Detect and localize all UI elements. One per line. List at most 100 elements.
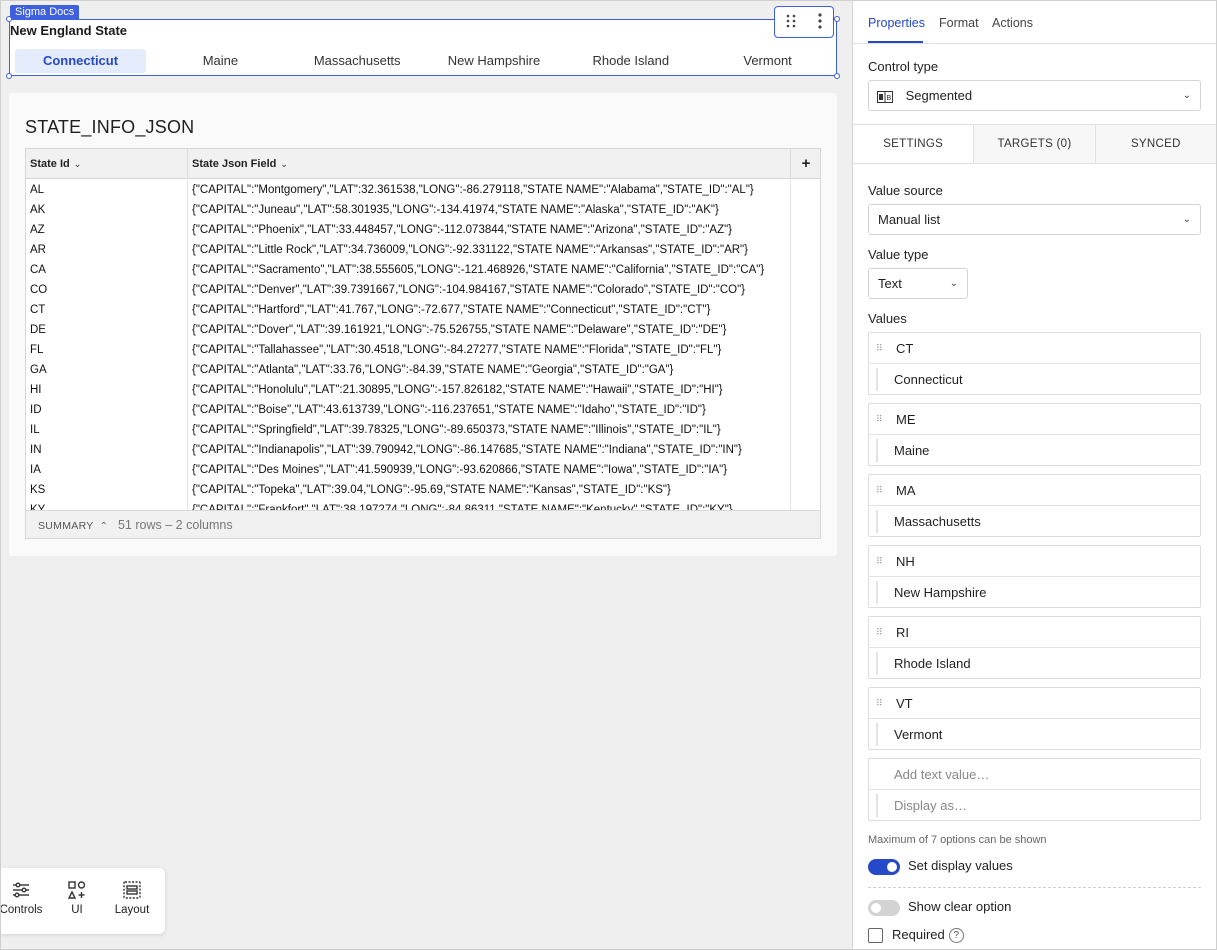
cell-state-json: {"CAPITAL":"Indianapolis","LAT":39.79094… [188, 440, 791, 460]
control-type-select[interactable]: B Segmented ⌄ [868, 80, 1201, 111]
add-layout-button[interactable]: Layout [107, 880, 157, 916]
show-clear-option-label: Show clear option [908, 899, 1012, 914]
summary-toggle-label[interactable]: SUMMARY [38, 520, 94, 532]
drag-handle-icon[interactable]: ⠿ [876, 617, 884, 648]
drag-handle-icon[interactable]: ⠿ [876, 333, 884, 364]
cell-state-id: IA [26, 460, 188, 480]
display-field[interactable]: Vermont [869, 719, 1200, 750]
drag-handle-icon[interactable]: ⠿ [876, 475, 884, 506]
segment-option[interactable]: Connecticut [15, 49, 146, 73]
add-ui-button[interactable]: UI [57, 880, 97, 916]
value-field[interactable]: ⠿ NH [869, 546, 1200, 577]
cell-state-json: {"CAPITAL":"Des Moines","LAT":41.590939,… [188, 460, 791, 480]
help-icon[interactable]: ? [948, 928, 964, 944]
panel-tabs: Properties Format Actions [853, 1, 1216, 44]
active-tab-indicator [868, 41, 923, 43]
value-type-select[interactable]: Text ⌄ [868, 268, 968, 299]
cell-state-id: IL [26, 420, 188, 440]
table-row[interactable]: IA {"CAPITAL":"Des Moines","LAT":41.59093… [26, 460, 820, 480]
drag-handle-icon[interactable]: ⠿ [876, 688, 884, 719]
display-as-input[interactable]: Display as… [869, 790, 1200, 821]
required-checkbox[interactable] [868, 928, 883, 944]
segment-option[interactable]: Maine [152, 49, 289, 73]
display-field[interactable]: Connecticut [869, 364, 1200, 395]
value-field[interactable]: ⠿ VT [869, 688, 1200, 719]
value-text: VT [896, 696, 913, 711]
set-display-values-row: Set display values [868, 858, 1013, 875]
column-header-label: State Id [30, 158, 70, 170]
required-row: Required? [868, 927, 964, 944]
chevron-up-icon[interactable]: ⌃ [100, 521, 108, 532]
table-row[interactable]: IN {"CAPITAL":"Indianapolis","LAT":39.790… [26, 440, 820, 460]
resize-handle-top-right[interactable] [834, 16, 840, 22]
table-row[interactable]: CA {"CAPITAL":"Sacramento","LAT":38.55560… [26, 260, 820, 280]
show-clear-option-toggle[interactable] [868, 899, 900, 916]
more-options-icon[interactable] [817, 12, 823, 32]
cell-state-json: {"CAPITAL":"Juneau","LAT":58.301935,"LON… [188, 200, 791, 220]
add-text-value-input[interactable]: Add text value… [869, 759, 1200, 790]
chevron-down-icon[interactable]: ⌄ [74, 159, 82, 169]
table-element[interactable]: STATE_INFO_JSON State Id ⌄ State Json Fie… [9, 93, 837, 556]
resize-handle-top-left[interactable] [6, 16, 12, 22]
tab-properties[interactable]: Properties [868, 16, 925, 30]
value-field[interactable]: ⠿ ME [869, 404, 1200, 435]
cell-state-json: {"CAPITAL":"Montgomery","LAT":32.361538,… [188, 180, 791, 200]
table-row[interactable]: CT {"CAPITAL":"Hartford","LAT":41.767,"LO… [26, 300, 820, 320]
value-source-select[interactable]: Manual list ⌄ [868, 204, 1201, 235]
chevron-down-icon[interactable]: ⌄ [280, 159, 288, 169]
display-field[interactable]: New Hampshire [869, 577, 1200, 608]
column-header-state-id[interactable]: State Id ⌄ [26, 149, 188, 179]
value-entry: ⠿ MA Massachusetts [868, 474, 1201, 537]
drag-handle-icon[interactable]: ⠿ [876, 546, 884, 577]
table-row[interactable]: AR {"CAPITAL":"Little Rock","LAT":34.7360… [26, 240, 820, 260]
value-text: NH [896, 554, 915, 569]
table-row[interactable]: IL {"CAPITAL":"Springfield","LAT":39.7832… [26, 420, 820, 440]
table-row[interactable]: CO {"CAPITAL":"Denver","LAT":39.7391667,"… [26, 280, 820, 300]
segment-option[interactable]: Vermont [699, 49, 836, 73]
tab-targets[interactable]: TARGETS (0) [973, 125, 1094, 163]
table-row[interactable]: AZ {"CAPITAL":"Phoenix","LAT":33.448457,"… [26, 220, 820, 240]
grid-body: AL {"CAPITAL":"Montgomery","LAT":32.36153… [26, 180, 820, 512]
tab-format[interactable]: Format [939, 16, 979, 30]
display-field[interactable]: Rhode Island [869, 648, 1200, 679]
value-field[interactable]: ⠿ MA [869, 475, 1200, 506]
cell-state-json: {"CAPITAL":"Dover","LAT":39.161921,"LONG… [188, 320, 791, 340]
drag-handle-icon[interactable] [785, 14, 797, 31]
table-row[interactable]: AL {"CAPITAL":"Montgomery","LAT":32.36153… [26, 180, 820, 200]
table-row[interactable]: FL {"CAPITAL":"Tallahassee","LAT":30.4518… [26, 340, 820, 360]
segment-option[interactable]: Massachusetts [289, 49, 426, 73]
display-field[interactable]: Maine [869, 435, 1200, 466]
resize-handle-bottom-left[interactable] [6, 73, 12, 79]
display-field[interactable]: Massachusetts [869, 506, 1200, 537]
tab-synced[interactable]: SYNCED [1094, 125, 1216, 163]
cell-state-json: {"CAPITAL":"Springfield","LAT":39.78325,… [188, 420, 791, 440]
shapes-icon [67, 881, 86, 899]
resize-handle-bottom-right[interactable] [834, 73, 840, 79]
segmented-control-icon: B [877, 90, 893, 103]
table-row[interactable]: DE {"CAPITAL":"Dover","LAT":39.161921,"LO… [26, 320, 820, 340]
table-row[interactable]: GA {"CAPITAL":"Atlanta","LAT":33.76,"LONG… [26, 360, 820, 380]
add-controls-button[interactable]: Controls [1, 880, 47, 916]
add-column-icon[interactable]: + [791, 149, 821, 179]
table-row[interactable]: ID {"CAPITAL":"Boise","LAT":43.613739,"LO… [26, 400, 820, 420]
set-display-values-toggle[interactable] [868, 858, 900, 875]
column-header-state-json-field[interactable]: State Json Field ⌄ [188, 149, 791, 179]
value-field[interactable]: ⠿ CT [869, 333, 1200, 364]
segmented-control-element[interactable]: New England State Connecticut Maine Mass… [6, 6, 840, 79]
table-row[interactable]: KS {"CAPITAL":"Topeka","LAT":39.04,"LONG"… [26, 480, 820, 500]
table-row[interactable]: HI {"CAPITAL":"Honolulu","LAT":21.30895,"… [26, 380, 820, 400]
segmented-options: Connecticut Maine Massachusetts New Hamp… [10, 49, 836, 73]
table-row[interactable]: AK {"CAPITAL":"Juneau","LAT":58.301935,"L… [26, 200, 820, 220]
show-clear-option-row: Show clear option [868, 899, 1011, 916]
value-field[interactable]: ⠿ RI [869, 617, 1200, 648]
segment-option[interactable]: New Hampshire [426, 49, 563, 73]
add-element-toolbar: Controls UI Layout [1, 868, 165, 934]
tab-settings[interactable]: SETTINGS [853, 125, 974, 163]
tab-actions[interactable]: Actions [992, 16, 1033, 30]
value-entry: ⠿ CT Connecticut [868, 332, 1201, 395]
value-entry: ⠿ VT Vermont [868, 687, 1201, 750]
workbook-canvas: Sigma Docs New England State Connecticut… [0, 0, 852, 950]
segment-option[interactable]: Rhode Island [562, 49, 699, 73]
cell-state-json: {"CAPITAL":"Honolulu","LAT":21.30895,"LO… [188, 380, 791, 400]
drag-handle-icon[interactable]: ⠿ [876, 404, 884, 435]
